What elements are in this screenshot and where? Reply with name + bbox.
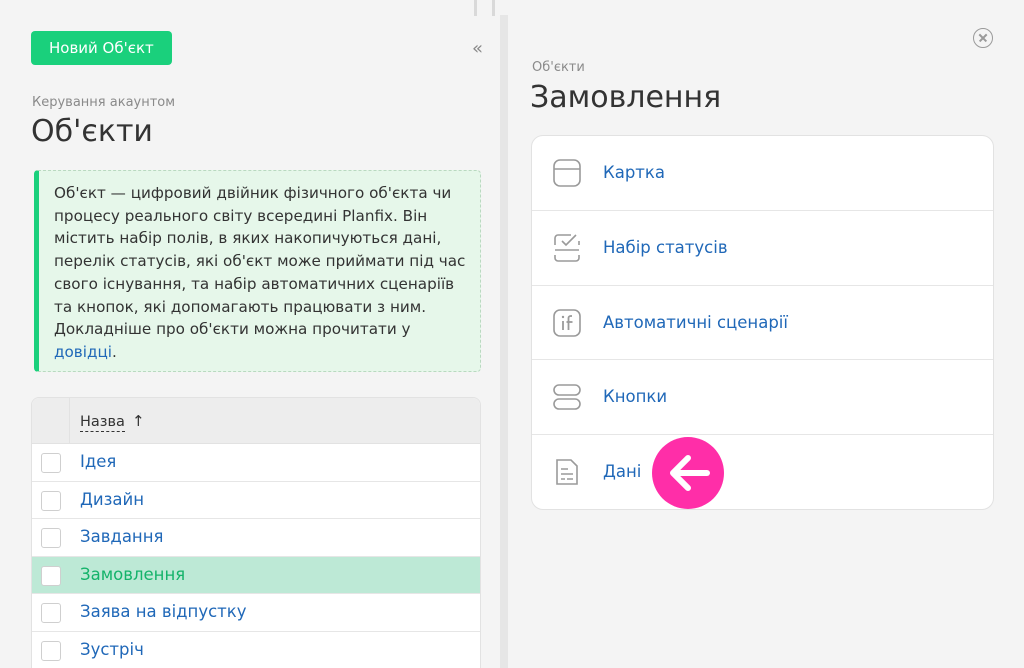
menu-item-buttons[interactable]: Кнопки [532, 360, 993, 436]
object-section-label: Об'єкти [532, 60, 585, 75]
table-row-selected[interactable]: Замовлення [32, 556, 480, 594]
menu-item-label[interactable]: Кнопки [603, 387, 667, 406]
buttons-icon [553, 384, 581, 411]
new-object-button[interactable]: Новий Об'єкт [31, 31, 172, 65]
name-column-header[interactable]: Назва [80, 413, 125, 432]
menu-item-scenarios[interactable]: Автоматичні сценарії [532, 286, 993, 361]
arrow-left-icon [670, 455, 710, 491]
panel-divider[interactable] [500, 15, 508, 668]
objects-list-panel: Новий Об'єкт « Керування акаунтом Об'єкт… [0, 0, 500, 668]
row-name[interactable]: Замовлення [80, 565, 185, 584]
collapse-panel-icon[interactable]: « [472, 40, 483, 58]
row-checkbox[interactable] [41, 640, 61, 661]
row-name[interactable]: Завдання [80, 527, 163, 546]
menu-item-label[interactable]: Картка [603, 163, 665, 182]
scroll-grip[interactable] [474, 0, 496, 16]
info-text: Об'єкт — цифровий двійник фізичного об'є… [54, 184, 466, 339]
row-checkbox[interactable] [41, 528, 61, 548]
table-header: Назва ↑ [32, 398, 480, 444]
close-icon[interactable] [973, 28, 993, 48]
row-name[interactable]: Дизайн [80, 490, 144, 509]
table-row[interactable]: Заява на відпустку [32, 594, 480, 632]
menu-item-label[interactable]: Автоматичні сценарії [603, 313, 788, 332]
row-checkbox[interactable] [41, 453, 61, 473]
menu-item-label[interactable]: Набір статусів [603, 238, 728, 257]
row-name[interactable]: Ідея [80, 452, 116, 471]
row-name[interactable]: Заява на відпустку [80, 602, 247, 621]
menu-item-label[interactable]: Дані [603, 462, 641, 481]
scenario-if-icon [553, 308, 581, 337]
row-checkbox[interactable] [41, 603, 61, 623]
row-checkbox[interactable] [41, 490, 61, 511]
row-checkbox[interactable] [41, 565, 61, 586]
object-title: Замовлення [530, 80, 722, 115]
card-icon [553, 159, 581, 187]
page-title: Об'єкти [31, 114, 153, 149]
table-row[interactable]: Дизайн [32, 482, 480, 519]
breadcrumb: Керування акаунтом [32, 95, 176, 110]
table-row[interactable]: Зустріч [32, 632, 480, 668]
pointer-arrow-annotation [652, 437, 724, 509]
objects-table: Назва ↑ Ідея Дизайн Завдання Замовлення … [31, 397, 481, 668]
help-link[interactable]: довідці [54, 343, 112, 361]
info-box: Об'єкт — цифровий двійник фізичного об'є… [34, 170, 481, 372]
row-name[interactable]: Зустріч [80, 640, 144, 659]
sort-ascending-icon[interactable]: ↑ [132, 412, 145, 430]
data-document-icon [556, 459, 578, 485]
info-tail: . [112, 342, 117, 361]
object-settings-menu: Картка Набір статусів Автоматичні сценар… [531, 135, 994, 510]
object-settings-panel: Об'єкти Замовлення Картка Набір статусів [508, 0, 1024, 668]
menu-item-data[interactable]: Дані [532, 435, 993, 509]
table-row[interactable]: Завдання [32, 519, 480, 557]
table-row[interactable]: Ідея [32, 444, 480, 482]
status-set-icon [554, 233, 580, 262]
menu-item-statuses[interactable]: Набір статусів [532, 211, 993, 286]
menu-item-card[interactable]: Картка [532, 136, 993, 211]
